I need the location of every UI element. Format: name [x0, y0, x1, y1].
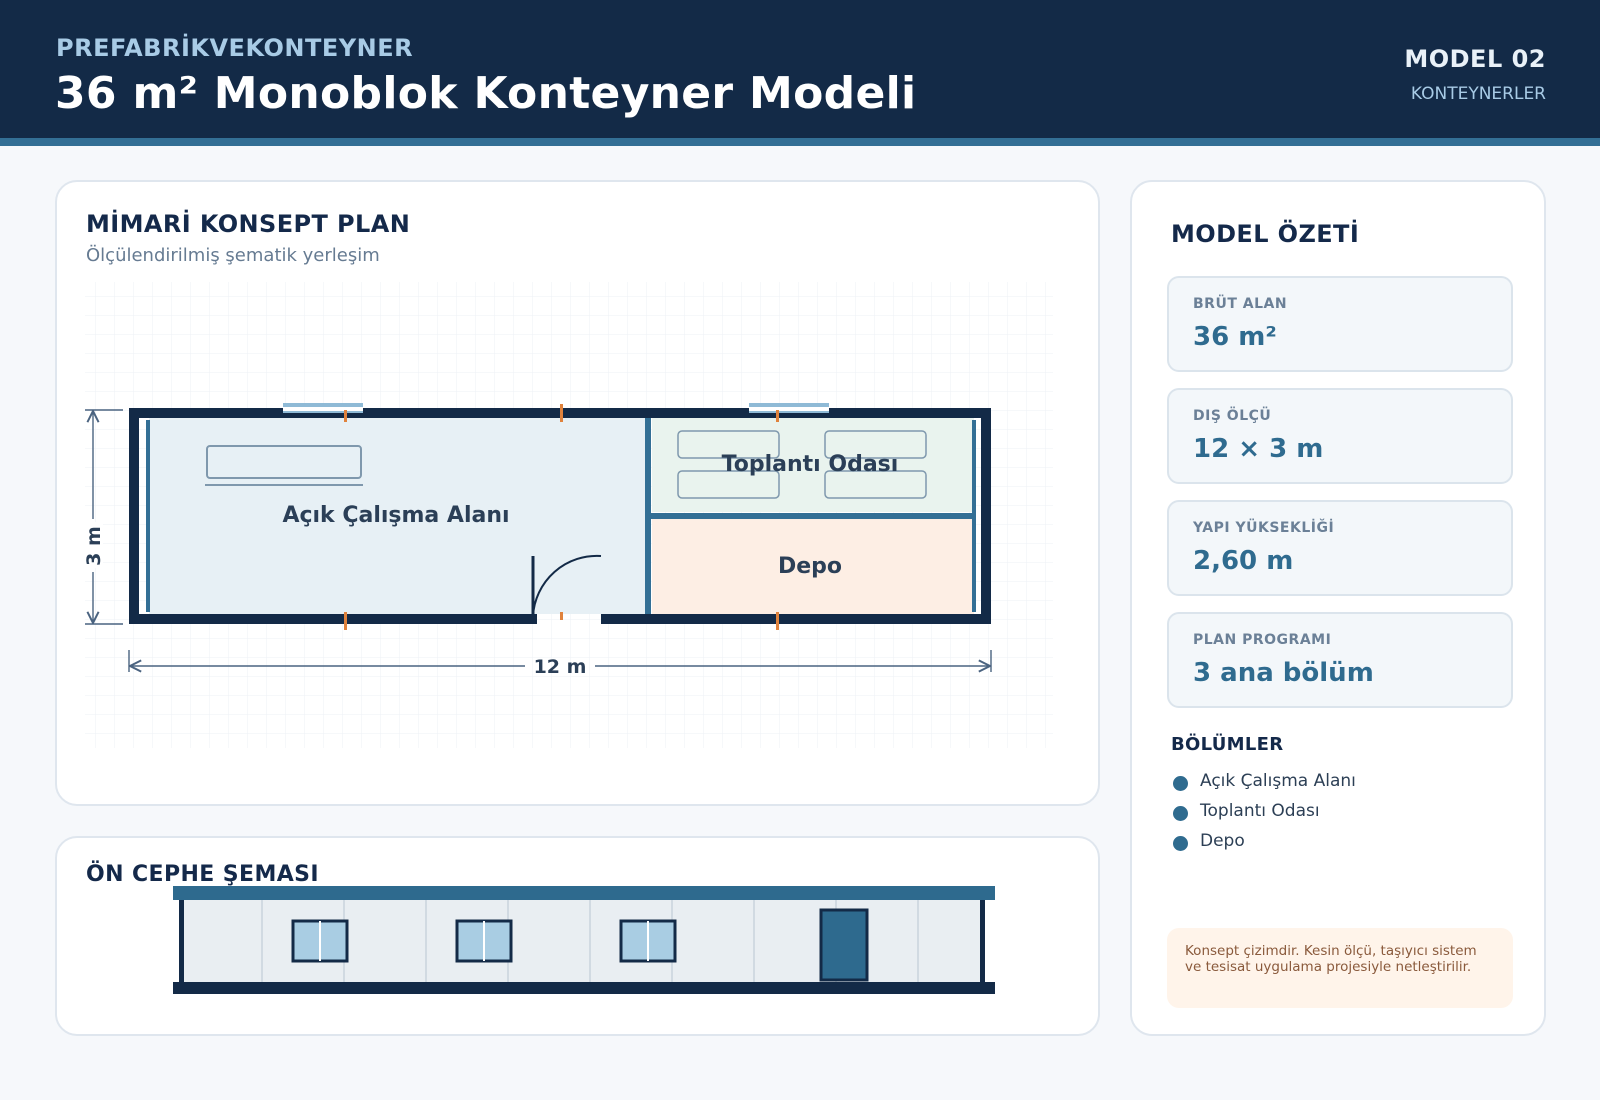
stat-value: 2,60 m	[1193, 546, 1294, 576]
stat-label: DIŞ ÖLÇÜ	[1193, 408, 1272, 424]
column-marker	[776, 612, 779, 630]
stat-value: 3 ana bölüm	[1193, 658, 1374, 688]
dimension-label-depth: 3 m	[83, 526, 105, 566]
bullet-dot-icon	[1173, 776, 1188, 791]
elevation-window	[455, 919, 513, 963]
front-elevation-drawing	[173, 886, 995, 994]
floor-plan-card: MİMARİ KONSEPT PLAN Ölçülendirilmiş şema…	[55, 180, 1100, 806]
room-label-open-office: Açık Çalışma Alanı	[282, 503, 509, 528]
column-marker	[560, 612, 563, 620]
concept-note: Konsept çizimdir. Kesin ölçü, taşıyıcı s…	[1167, 928, 1513, 1008]
stat-label: YAPI YÜKSEKLİĞİ	[1193, 520, 1335, 536]
front-elevation-card: ÖN CEPHE ŞEMASI	[55, 836, 1100, 1036]
stat-gross-area: BRÜT ALAN 36 m²	[1167, 276, 1513, 372]
outer-wall-right	[981, 408, 991, 624]
stat-value: 12 × 3 m	[1193, 434, 1324, 464]
brand-name: PREFABRİKVEKONTEYNER	[56, 34, 414, 62]
bullet-dot-icon	[1173, 806, 1188, 821]
header-accent-stripe	[0, 138, 1600, 146]
outer-wall-left	[129, 408, 139, 624]
column-marker	[344, 410, 347, 422]
model-category: KONTEYNERLER	[1410, 84, 1546, 104]
section-name: Toplantı Odası	[1200, 801, 1320, 821]
sections-title: BÖLÜMLER	[1171, 734, 1284, 755]
elevation-window	[619, 919, 677, 963]
model-summary-card: MODEL ÖZETİ BRÜT ALAN 36 m² DIŞ ÖLÇÜ 12 …	[1130, 180, 1546, 1036]
column-marker	[560, 404, 563, 422]
model-number: MODEL 02	[1404, 45, 1546, 73]
bullet-dot-icon	[1173, 836, 1188, 851]
section-name: Açık Çalışma Alanı	[1200, 771, 1356, 791]
list-item: Toplantı Odası	[1171, 800, 1356, 830]
floor-plan-drawing: Açık Çalışma Alanı Toplantı Odası Depo 1…	[83, 282, 1053, 748]
room-label-storage: Depo	[778, 554, 842, 579]
elevation-window	[291, 919, 349, 963]
stat-value: 36 m²	[1193, 322, 1277, 352]
stat-outer-dimensions: DIŞ ÖLÇÜ 12 × 3 m	[1167, 388, 1513, 484]
stat-building-height: YAPI YÜKSEKLİĞİ 2,60 m	[1167, 500, 1513, 596]
elevation-door	[819, 908, 869, 982]
elevation-roof	[173, 886, 995, 900]
column-marker	[776, 410, 779, 422]
section-name: Depo	[1200, 831, 1245, 851]
page-header: PREFABRİKVEKONTEYNER 36 m² Monoblok Kont…	[0, 0, 1600, 138]
list-item: Depo	[1171, 830, 1356, 860]
elevation-base	[173, 982, 995, 994]
sections-list: Açık Çalışma Alanı Toplantı Odası Depo	[1171, 770, 1356, 860]
column-marker	[344, 612, 347, 630]
outer-wall-bottom-left	[129, 614, 537, 624]
list-item: Açık Çalışma Alanı	[1171, 770, 1356, 800]
dimension-label-width: 12 m	[534, 656, 587, 678]
page-title: 36 m² Monoblok Konteyner Modeli	[55, 68, 917, 119]
stat-label: PLAN PROGRAMI	[1193, 632, 1332, 648]
room-label-meeting: Toplantı Odası	[722, 452, 899, 477]
outer-wall-bottom-right	[601, 614, 991, 624]
model-summary-title: MODEL ÖZETİ	[1171, 220, 1360, 248]
stat-label: BRÜT ALAN	[1193, 296, 1288, 312]
stat-plan-program: PLAN PROGRAMI 3 ana bölüm	[1167, 612, 1513, 708]
